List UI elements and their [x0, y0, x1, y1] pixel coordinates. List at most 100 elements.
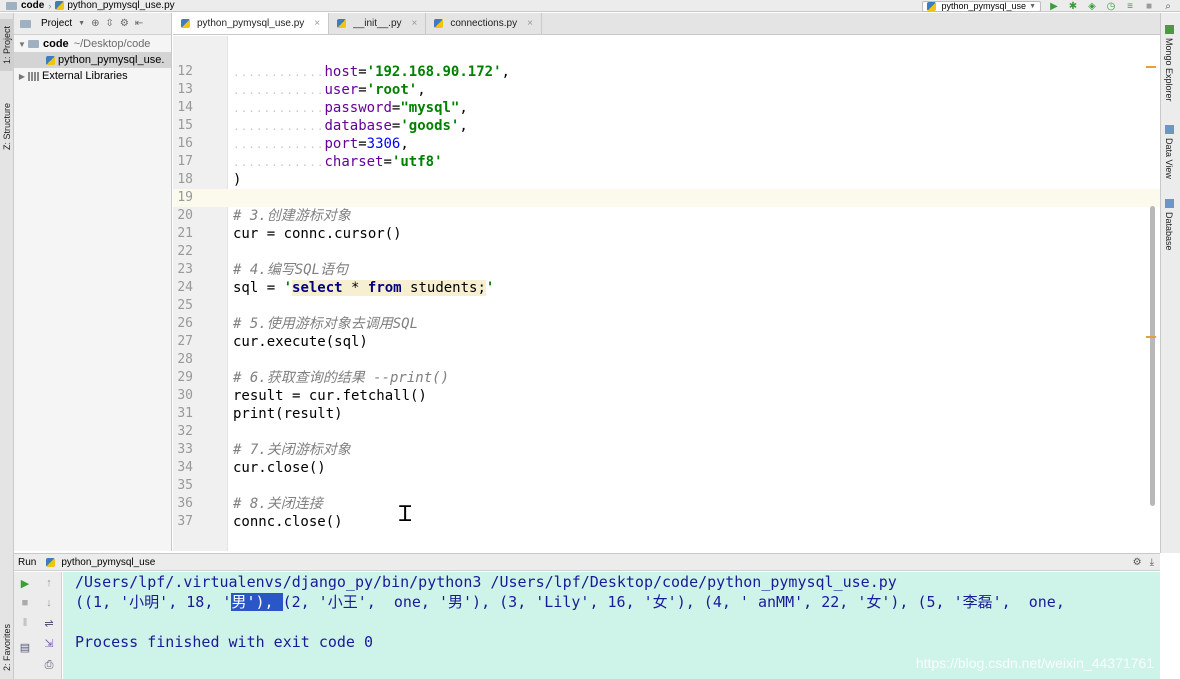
chevron-right-icon: ›: [48, 0, 52, 11]
tab-favorites[interactable]: 2: Favorites: [0, 617, 14, 677]
tree-item-python-file[interactable]: python_pymysql_use.: [14, 52, 171, 68]
tab-label: python_pymysql_use.py: [197, 18, 305, 29]
code-line: 37 connc.close(): [177, 514, 343, 530]
tree-item-external-libraries[interactable]: ▶ External Libraries: [14, 68, 171, 84]
rerun-icon[interactable]: ▶: [18, 576, 32, 590]
code-lines: 12 ............host='192.168.90.172', 13.…: [173, 63, 1160, 531]
tree-item-python-file-label: python_pymysql_use.: [58, 54, 165, 66]
up-arrow-icon[interactable]: ↑: [42, 576, 56, 590]
expand-icon[interactable]: ▶: [16, 72, 28, 81]
chevron-down-icon[interactable]: ▼: [78, 20, 85, 27]
tab-label: __init__.py: [353, 18, 402, 29]
layout-icon[interactable]: ▤: [18, 640, 32, 654]
code-line-current: 19: [173, 189, 1160, 207]
library-icon: [28, 71, 39, 81]
print-icon[interactable]: ⎙: [42, 658, 56, 672]
tree-item-external-libraries-label: External Libraries: [42, 70, 128, 82]
pause-icon[interactable]: ‖: [18, 616, 32, 630]
coverage-icon[interactable]: ◈: [1086, 1, 1098, 12]
breadcrumb-root[interactable]: code: [21, 0, 44, 11]
tab-label: connections.py: [450, 18, 518, 29]
tree-item-code-path: ~/Desktop/code: [73, 38, 151, 50]
code-line: 28: [177, 352, 193, 367]
console-command-line: /Users/lpf/.virtualenvs/django_py/bin/py…: [75, 573, 897, 591]
scrollbar-thumb[interactable]: [1150, 206, 1155, 506]
tab-mongo-explorer-label: Mongo Explorer: [1164, 38, 1174, 102]
expand-icon[interactable]: ▼: [16, 40, 28, 49]
python-file-icon: [181, 19, 190, 28]
tab-mongo-explorer[interactable]: Mongo Explorer: [1164, 25, 1174, 102]
stop-icon[interactable]: ■: [1143, 1, 1155, 12]
profile-icon[interactable]: ◷: [1105, 1, 1117, 12]
python-file-icon: [337, 19, 347, 28]
debug-icon[interactable]: ✱: [1067, 1, 1079, 12]
left-tool-strip: 1: Project Z: Structure 2: Favorites: [0, 13, 14, 679]
editor-tab-bar: python_pymysql_use.py × __init__.py × co…: [173, 13, 1160, 35]
tab-data-view[interactable]: Data View: [1164, 125, 1174, 179]
close-icon[interactable]: ×: [314, 18, 320, 29]
run-icon[interactable]: ▶: [1048, 1, 1060, 12]
tab-init[interactable]: __init__.py ×: [329, 13, 427, 34]
code-line: 14 ............password="mysql",: [177, 100, 468, 116]
minimize-icon[interactable]: ⤓: [1150, 557, 1154, 568]
close-icon[interactable]: ×: [527, 18, 533, 29]
code-line: 26 # 5.使用游标对象去调用SQL: [177, 316, 419, 332]
code-line: 20 # 3.创建游标对象: [177, 208, 351, 224]
code-line: 13 ............user='root',: [177, 82, 426, 98]
code-line: 22: [177, 244, 193, 259]
tab-data-view-label: Data View: [1164, 138, 1174, 179]
warning-marker[interactable]: [1146, 66, 1156, 68]
python-file-icon: [926, 1, 936, 11]
search-icon[interactable]: ⌕: [1162, 1, 1174, 12]
gear-icon[interactable]: ⚙: [120, 18, 129, 29]
folder-icon: [28, 40, 39, 48]
folder-icon: [6, 1, 17, 10]
code-line: 36 # 8.关闭连接: [177, 496, 323, 512]
stop-icon[interactable]: ■: [18, 596, 32, 610]
hide-icon[interactable]: ⇤: [135, 18, 143, 29]
code-line: 35: [177, 478, 193, 493]
warning-marker[interactable]: [1146, 336, 1156, 338]
python-file-icon: [46, 557, 56, 567]
tab-database[interactable]: Database: [1164, 199, 1174, 251]
scroll-to-end-icon[interactable]: ⇲: [42, 636, 56, 650]
python-file-icon: [55, 1, 65, 10]
locate-icon[interactable]: ⊕: [91, 18, 99, 29]
code-line: 27 cur.execute(sql): [177, 334, 368, 350]
code-line: 24 sql = 'select * from students;': [177, 280, 495, 296]
concurrency-icon[interactable]: ≡: [1124, 1, 1136, 12]
run-configuration-select[interactable]: python_pymysql_use ▼: [921, 0, 1041, 12]
tab-connections[interactable]: connections.py ×: [426, 13, 542, 34]
editor-scrollbar[interactable]: [1146, 36, 1158, 551]
run-config-tab-label: python_pymysql_use: [61, 556, 156, 568]
navigation-bar: code › python_pymysql_use.py python_pymy…: [0, 0, 1180, 12]
python-file-icon: [434, 19, 444, 28]
code-line: 33 # 7.关闭游标对象: [177, 442, 351, 458]
console-result-line: ((1, '小明', 18, '男'), (2, '小王', one, '男')…: [75, 593, 1065, 611]
code-line: 15 ............database='goods',: [177, 118, 468, 134]
code-editor[interactable]: 12 ............host='192.168.90.172', 13.…: [173, 36, 1160, 551]
down-arrow-icon[interactable]: ↓: [42, 596, 56, 610]
tab-database-label: Database: [1164, 212, 1174, 251]
tab-python-pymysql-use[interactable]: python_pymysql_use.py ×: [173, 13, 330, 34]
soft-wrap-icon[interactable]: ⇌: [42, 616, 56, 630]
chevron-down-icon: ▼: [1029, 2, 1036, 10]
code-line: 21 cur = connc.cursor(): [177, 226, 402, 242]
run-config-tab[interactable]: python_pymysql_use: [46, 557, 155, 568]
tree-item-code[interactable]: ▼ code ~/Desktop/code: [14, 36, 171, 52]
tab-structure[interactable]: Z: Structure: [0, 93, 14, 159]
collapse-icon[interactable]: ⇳: [105, 18, 113, 29]
project-panel-header: Project ▼ ⊕ ⇳ ⚙ ⇤: [14, 13, 171, 35]
breadcrumb: code › python_pymysql_use.py: [6, 0, 175, 11]
gear-icon[interactable]: ⚙: [1133, 557, 1142, 568]
console-exit-line: Process finished with exit code 0: [75, 633, 374, 651]
run-panel-title: Run: [18, 556, 37, 568]
run-console-output[interactable]: /Users/lpf/.virtualenvs/django_py/bin/py…: [63, 572, 1160, 679]
project-icon: [20, 19, 31, 28]
close-icon[interactable]: ×: [412, 18, 418, 29]
breadcrumb-file[interactable]: python_pymysql_use.py: [67, 0, 174, 11]
tab-project[interactable]: 1: Project: [0, 19, 14, 71]
table-icon: [1164, 125, 1174, 134]
project-view-select[interactable]: Project: [41, 18, 72, 29]
